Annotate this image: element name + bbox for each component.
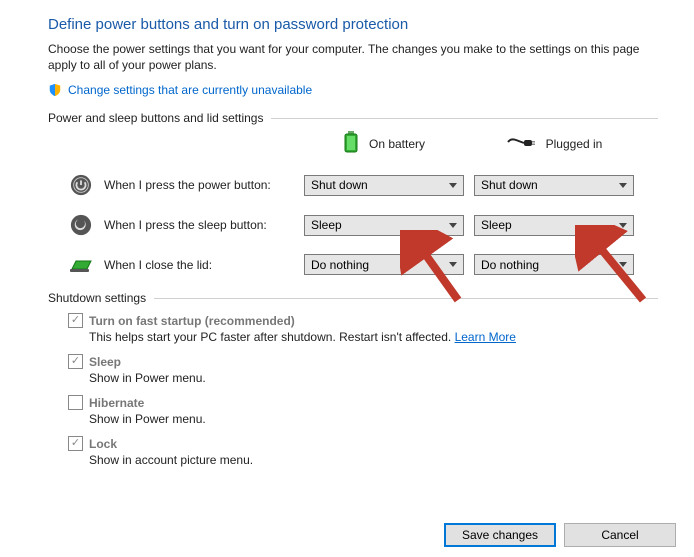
hibernate-checkbox-label: Hibernate — [89, 396, 144, 410]
hibernate-checkbox-sub: Show in Power menu. — [89, 412, 658, 426]
column-plugged-in: Plugged in — [474, 134, 634, 153]
change-settings-link[interactable]: Change settings that are currently unava… — [68, 83, 312, 97]
column-on-battery: On battery — [304, 131, 464, 156]
cancel-button[interactable]: Cancel — [564, 523, 676, 547]
chevron-down-icon — [449, 183, 457, 188]
sleep-button-label: When I press the sleep button: — [104, 218, 294, 232]
chevron-down-icon — [449, 262, 457, 267]
sleep-button-icon — [68, 214, 94, 236]
plug-icon — [506, 134, 536, 153]
power-battery-select[interactable]: Shut down — [304, 175, 464, 196]
lock-checkbox-label: Lock — [89, 437, 117, 451]
page-description: Choose the power settings that you want … — [48, 41, 658, 73]
lid-plugged-select[interactable]: Do nothing — [474, 254, 634, 275]
sleep-battery-select[interactable]: Sleep — [304, 215, 464, 236]
chevron-down-icon — [619, 262, 627, 267]
sleep-checkbox-label: Sleep — [89, 355, 121, 369]
fast-startup-sub: This helps start your PC faster after sh… — [89, 330, 658, 344]
battery-icon — [343, 131, 359, 156]
hibernate-checkbox — [68, 395, 83, 410]
chevron-down-icon — [449, 223, 457, 228]
section-shutdown-settings: Shutdown settings — [48, 291, 658, 305]
shield-icon — [48, 83, 62, 97]
power-plugged-select[interactable]: Shut down — [474, 175, 634, 196]
lock-checkbox — [68, 436, 83, 451]
learn-more-link[interactable]: Learn More — [455, 330, 516, 344]
fast-startup-label: Turn on fast startup (recommended) — [89, 314, 295, 328]
power-button-label: When I press the power button: — [104, 178, 294, 192]
save-changes-button[interactable]: Save changes — [444, 523, 556, 547]
lock-checkbox-sub: Show in account picture menu. — [89, 453, 658, 467]
fast-startup-checkbox — [68, 313, 83, 328]
lid-battery-select[interactable]: Do nothing — [304, 254, 464, 275]
sleep-plugged-select[interactable]: Sleep — [474, 215, 634, 236]
power-button-icon — [68, 174, 94, 196]
chevron-down-icon — [619, 223, 627, 228]
lid-label: When I close the lid: — [104, 258, 294, 272]
section-power-sleep-lid: Power and sleep buttons and lid settings — [48, 111, 658, 125]
sleep-checkbox — [68, 354, 83, 369]
page-title: Define power buttons and turn on passwor… — [48, 16, 658, 33]
sleep-checkbox-sub: Show in Power menu. — [89, 371, 658, 385]
chevron-down-icon — [619, 183, 627, 188]
lid-icon — [68, 256, 94, 274]
